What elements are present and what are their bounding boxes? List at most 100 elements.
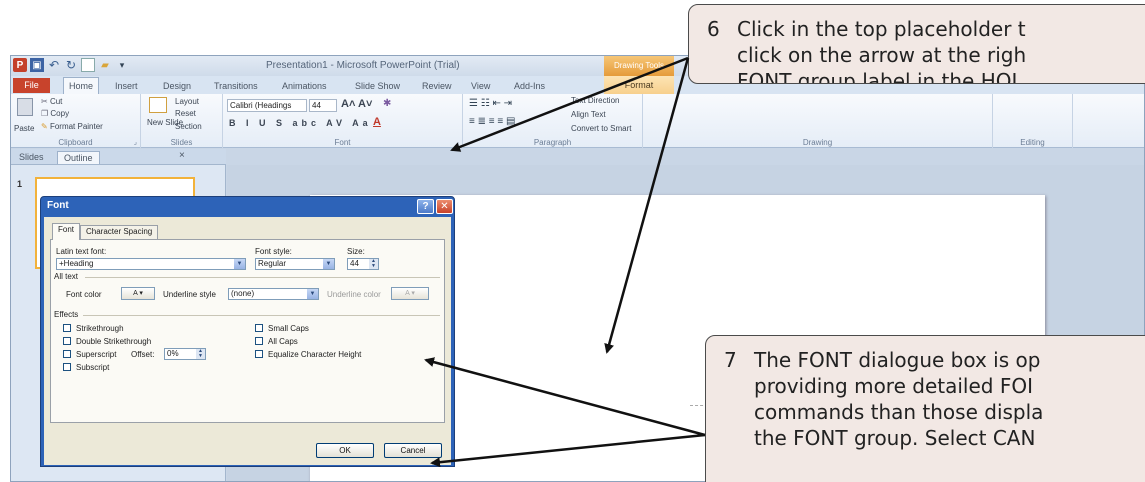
- tab-review[interactable]: Review: [422, 81, 452, 91]
- copy-button[interactable]: ❐ Copy: [41, 109, 69, 118]
- font-color-icon[interactable]: A: [373, 116, 381, 128]
- close-icon[interactable]: ✕: [436, 199, 453, 214]
- offset-spinner[interactable]: 0% ▲ ▼: [164, 348, 206, 360]
- strikethrough-checkbox[interactable]: [63, 324, 71, 332]
- tab-design[interactable]: Design: [163, 81, 191, 91]
- spinner-icon[interactable]: ▲ ▼: [196, 349, 205, 359]
- dialog-body: Font Character Spacing Latin text font: …: [44, 217, 451, 465]
- underline-color-icon: A ▾: [405, 290, 415, 297]
- paste-icon[interactable]: [17, 98, 33, 116]
- clipboard-group-label: Clipboard: [58, 138, 93, 147]
- save-icon[interactable]: ▣: [30, 58, 44, 72]
- font-tab-panel: Latin text font: +Heading ▼ Font style: R…: [50, 239, 445, 423]
- subscript-label: Subscript: [76, 363, 110, 372]
- underline-color-label: Underline color: [327, 290, 381, 299]
- convert-smartart-button[interactable]: Convert to Smart: [571, 124, 631, 133]
- tab-transitions[interactable]: Transitions: [214, 81, 258, 91]
- powerpoint-logo-icon[interactable]: P: [13, 58, 27, 72]
- slide-number: 1: [17, 179, 23, 189]
- bullets-numbering-icons[interactable]: ☰ ☷ ⇤ ⇥: [469, 98, 512, 109]
- chevron-down-icon[interactable]: ▼: [234, 259, 245, 269]
- cut-icon: ✂: [41, 97, 48, 106]
- effects-divider: [83, 315, 440, 316]
- chevron-down-icon[interactable]: ▼: [307, 289, 318, 299]
- tab-file[interactable]: File: [13, 78, 50, 93]
- callout-step-7: 7 The FONT dialogue box is op providing …: [705, 335, 1145, 482]
- editing-group-label: Editing: [1020, 138, 1045, 147]
- small-caps-checkbox[interactable]: [255, 324, 263, 332]
- clear-formatting-icon[interactable]: ✱: [383, 98, 391, 109]
- all-caps-checkbox[interactable]: [255, 337, 263, 345]
- font-size-box[interactable]: 44: [309, 99, 337, 112]
- slides-group-label: Slides: [170, 138, 193, 147]
- chevron-down-icon[interactable]: ▼: [323, 259, 334, 269]
- double-strikethrough-checkbox[interactable]: [63, 337, 71, 345]
- tab-character-spacing[interactable]: Character Spacing: [80, 225, 159, 239]
- font-group: Calibri (Headings 44 A˄ A˅ ✱ B I U S abc…: [223, 94, 463, 148]
- underline-color-button[interactable]: A ▾: [391, 287, 429, 300]
- superscript-checkbox[interactable]: [63, 350, 71, 358]
- help-icon[interactable]: ?: [417, 199, 434, 214]
- equalize-height-label: Equalize Character Height: [268, 350, 362, 359]
- font-dialog-launcher-icon[interactable]: ⌟: [456, 138, 459, 146]
- cut-button[interactable]: ✂ Cut: [41, 97, 62, 106]
- cancel-button[interactable]: Cancel: [384, 443, 442, 458]
- new-slide-icon[interactable]: [149, 97, 167, 113]
- tab-outline[interactable]: Outline: [57, 151, 100, 164]
- callout-step-number: 7: [724, 348, 737, 372]
- bold-italic-underline-icons[interactable]: B I U S abc AV Aa: [229, 118, 372, 128]
- callout-text-line: the FONT group. Select CAN: [754, 426, 1036, 450]
- tab-animations[interactable]: Animations: [282, 81, 327, 91]
- tab-format[interactable]: Format: [604, 76, 674, 94]
- quick-access-toolbar: P ▣ ↶ ↻ ▰ ▾: [13, 58, 129, 72]
- reset-button[interactable]: Reset: [175, 109, 196, 118]
- tab-view[interactable]: View: [471, 81, 490, 91]
- effects-label: Effects: [54, 310, 79, 319]
- equalize-height-checkbox[interactable]: [255, 350, 263, 358]
- callout-text-line: click on the arrow at the righ: [737, 43, 1027, 67]
- tab-font[interactable]: Font: [52, 223, 81, 240]
- tab-slide-show[interactable]: Slide Show: [355, 81, 400, 91]
- align-text-button[interactable]: Align Text: [571, 110, 606, 119]
- small-caps-label: Small Caps: [268, 324, 309, 333]
- tab-add-ins[interactable]: Add-Ins: [514, 81, 545, 91]
- redo-icon[interactable]: ↻: [64, 58, 78, 72]
- superscript-label: Superscript: [76, 350, 117, 359]
- font-dialog: Font ? ✕ Font Character Spacing Latin te…: [40, 196, 455, 467]
- tab-insert[interactable]: Insert: [115, 81, 138, 91]
- ok-button[interactable]: OK: [316, 443, 374, 458]
- window-title: Presentation1 - Microsoft PowerPoint (Tr…: [266, 60, 460, 71]
- tab-slides[interactable]: Slides: [13, 151, 50, 163]
- open-folder-icon[interactable]: ▰: [98, 58, 112, 72]
- paragraph-group: ☰ ☷ ⇤ ⇥ ≡ ≣ ≡ ≡ ▤ Text Direction Align T…: [463, 94, 643, 148]
- callout-text-line: FONT group label in the HOI: [737, 69, 1018, 84]
- drawing-group: Drawing: [643, 94, 993, 148]
- font-group-label: Font: [334, 138, 351, 147]
- close-panel-icon[interactable]: ×: [179, 150, 185, 161]
- layout-button[interactable]: Layout: [175, 97, 199, 106]
- text-direction-button[interactable]: Text Direction: [571, 96, 619, 105]
- clipboard-launcher-icon[interactable]: ⌟: [134, 138, 137, 146]
- callout-text-line: commands than those displa: [754, 400, 1044, 424]
- latin-font-select[interactable]: +Heading ▼: [56, 258, 246, 270]
- section-button[interactable]: Section: [175, 122, 202, 131]
- subscript-checkbox[interactable]: [63, 363, 71, 371]
- slides-group: New Slide Layout Reset Section Slides: [141, 94, 223, 148]
- format-painter-button[interactable]: ✎ Format Painter: [41, 122, 103, 131]
- font-name-box[interactable]: Calibri (Headings: [227, 99, 307, 112]
- size-label: Size:: [347, 247, 365, 256]
- tab-home[interactable]: Home: [63, 77, 100, 94]
- alignment-icons[interactable]: ≡ ≣ ≡ ≡ ▤: [469, 116, 515, 127]
- underline-style-select[interactable]: (none) ▼: [228, 288, 319, 300]
- font-style-select[interactable]: Regular ▼: [255, 258, 335, 270]
- slides-panel-tabs: Slides Outline ×: [11, 149, 226, 165]
- spinner-icon[interactable]: ▲ ▼: [369, 259, 378, 269]
- undo-icon[interactable]: ↶: [47, 58, 61, 72]
- paste-label[interactable]: Paste: [14, 124, 34, 133]
- font-color-button[interactable]: A ▾: [121, 287, 155, 300]
- new-document-icon[interactable]: [81, 58, 95, 72]
- strikethrough-label: Strikethrough: [76, 324, 124, 333]
- grow-font-icon[interactable]: A˄ A˅: [341, 98, 372, 110]
- customize-toolbar-icon[interactable]: ▾: [115, 58, 129, 72]
- size-spinner[interactable]: 44 ▲ ▼: [347, 258, 379, 270]
